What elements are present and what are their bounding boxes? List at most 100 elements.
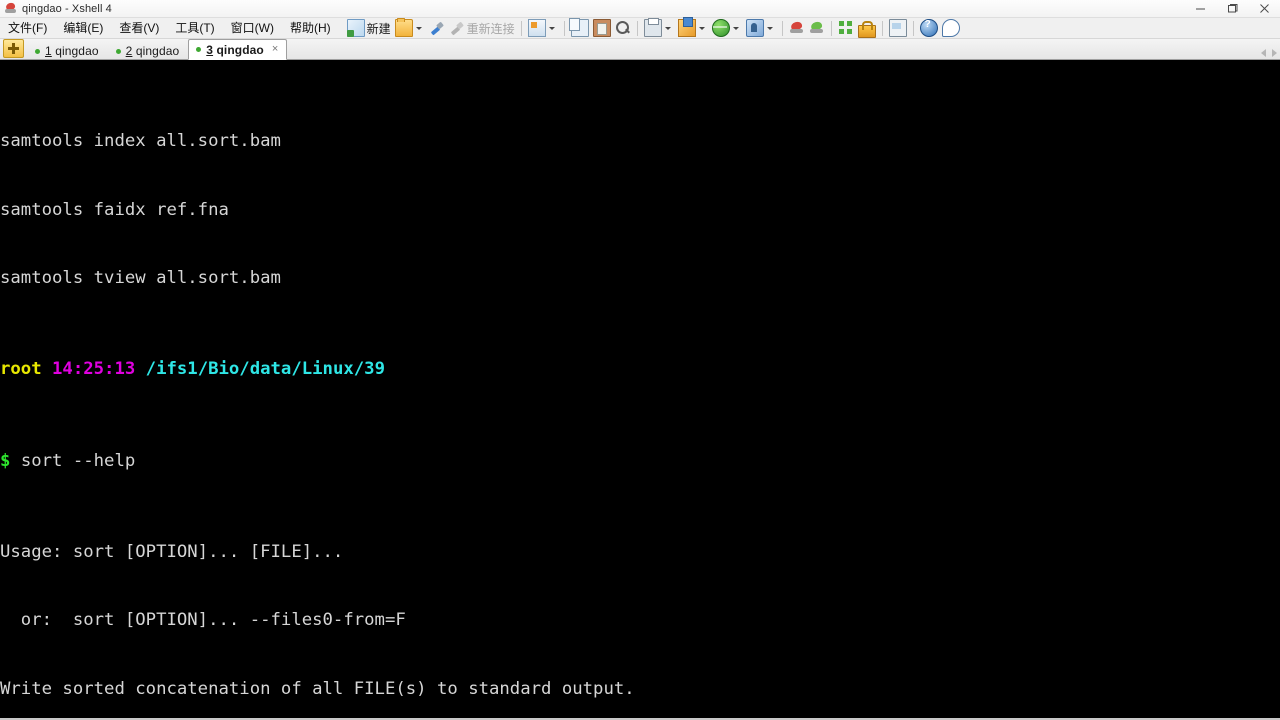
terminal-line: samtools index all.sort.bam: [0, 131, 281, 152]
file-transfer-icon: [677, 17, 696, 37]
toolbar-history[interactable]: [887, 19, 909, 38]
prompt-symbol: $: [0, 450, 11, 471]
tab-qingdao-3[interactable]: 3 qingdao ×: [188, 39, 288, 60]
globe-icon: [711, 19, 730, 37]
menu-toolbar-row: 文件(F) 编辑(E) 查看(V) 工具(T) 窗口(W) 帮助(H) 新建 重…: [0, 17, 1280, 39]
toolbar-properties[interactable]: [526, 19, 560, 38]
chevron-down-icon[interactable]: [766, 26, 773, 30]
new-session-icon: [346, 19, 365, 37]
terminal-line: Usage: sort [OPTION]... [FILE]...: [0, 541, 344, 562]
terminal-prompt-line: root 14:25:13 /ifs1/Bio/data/Linux/39: [0, 358, 1280, 381]
menu-edit[interactable]: 编辑(E): [55, 18, 111, 38]
history-icon: [888, 19, 907, 37]
toolbar-separator: [520, 20, 522, 36]
tunnel-icon: [745, 19, 764, 37]
maximize-icon: [1227, 4, 1237, 13]
toolbar-separator: [881, 20, 883, 36]
help-icon: [919, 19, 938, 37]
close-icon: [1259, 4, 1269, 13]
tab-qingdao-2[interactable]: 2 qingdao: [108, 41, 189, 60]
xftp-icon: [809, 20, 825, 36]
menu-view[interactable]: 查看(V): [111, 18, 167, 38]
toolbar-copy[interactable]: [568, 18, 591, 38]
chevron-down-icon[interactable]: [664, 26, 671, 30]
toolbar-find[interactable]: [613, 19, 633, 38]
prompt-path: /ifs1/Bio/data/Linux/39: [145, 359, 385, 380]
chevron-down-icon[interactable]: [698, 26, 705, 30]
toolbar-print[interactable]: [642, 18, 676, 38]
tab-label: 1 qingdao: [45, 44, 99, 58]
chevron-down-icon[interactable]: [732, 26, 739, 30]
window-controls: [1184, 0, 1280, 17]
toolbar-connect[interactable]: [427, 19, 447, 38]
find-icon: [615, 20, 631, 36]
terminal-screen[interactable]: samtools index all.sort.bam samtools fai…: [0, 60, 1280, 720]
window-title: qingdao - Xshell 4: [22, 2, 112, 15]
toolbar-open-folder[interactable]: [393, 18, 427, 38]
xshell-window: qingdao - Xshell 4 文件(F) 编辑(E) 查看(V) 工具(…: [0, 0, 1280, 720]
toolbar-arrange[interactable]: [836, 19, 856, 38]
toolbar-file-transfer[interactable]: [676, 17, 710, 38]
chevron-down-icon[interactable]: [415, 26, 422, 30]
terminal-line: samtools tview all.sort.bam: [0, 268, 281, 289]
copy-icon: [568, 18, 589, 37]
open-folder-icon: [394, 18, 413, 37]
terminal-command: sort --help: [20, 450, 136, 471]
toolbar-separator: [636, 20, 638, 36]
toolbar-xftp[interactable]: [807, 19, 827, 38]
paste-icon: [592, 19, 611, 37]
toolbar-tunnel[interactable]: [744, 19, 778, 38]
toolbar-lock[interactable]: [856, 19, 878, 38]
arrange-icon: [838, 20, 854, 36]
chat-icon: [941, 19, 960, 37]
connect-icon: [429, 20, 445, 36]
toolbar-separator: [563, 20, 565, 36]
toolbar-reconnect[interactable]: 重新连接: [447, 19, 517, 38]
toolbar-reconnect-label: 重新连接: [466, 21, 515, 36]
toolbar-new-label: 新建: [366, 21, 391, 36]
tab-label: 3 qingdao: [206, 42, 264, 57]
tab-label: 2 qingdao: [125, 44, 180, 58]
toolbar-paste[interactable]: [591, 19, 613, 38]
minimize-icon: [1195, 8, 1205, 10]
menu-window[interactable]: 窗口(W): [223, 18, 282, 38]
print-icon: [643, 18, 662, 37]
reconnect-icon: [449, 20, 465, 36]
tab-scroll-left-icon[interactable]: [1261, 49, 1266, 57]
lock-icon: [857, 20, 876, 38]
toolbar-separator: [781, 20, 783, 36]
connection-status-icon: [35, 48, 40, 54]
terminal-line: or: sort [OPTION]... --files0-from=F: [0, 610, 406, 631]
xshell-icon: [4, 1, 18, 15]
new-tab-icon[interactable]: [3, 39, 24, 58]
chevron-down-icon[interactable]: [548, 26, 555, 30]
maximize-button[interactable]: [1216, 0, 1248, 17]
toolbar-separator: [912, 20, 914, 36]
menu-help[interactable]: 帮助(H): [282, 18, 339, 38]
toolbar-separator: [830, 20, 832, 36]
toolbar-globe[interactable]: [710, 19, 744, 38]
tab-scroll-right-icon[interactable]: [1272, 49, 1277, 57]
close-button[interactable]: [1248, 0, 1280, 17]
xshell-icon: [789, 20, 805, 36]
tab-bar: 1 qingdao 2 qingdao 3 qingdao ×: [0, 39, 1280, 60]
terminal-line: Write sorted concatenation of all FILE(s…: [0, 678, 635, 699]
tab-close-icon[interactable]: ×: [272, 44, 278, 55]
toolbar-new-session[interactable]: 新建: [345, 19, 393, 38]
tab-scroll-controls: [1261, 49, 1277, 57]
menu-bar: 文件(F) 编辑(E) 查看(V) 工具(T) 窗口(W) 帮助(H): [0, 18, 339, 38]
terminal-content: samtools index all.sort.bam samtools fai…: [0, 60, 1280, 718]
toolbar-help[interactable]: [918, 19, 940, 38]
connection-status-icon: [115, 48, 121, 54]
tab-qingdao-1[interactable]: 1 qingdao: [27, 41, 108, 60]
minimize-button[interactable]: [1184, 0, 1216, 17]
connection-status-icon: [196, 47, 202, 52]
toolbar-xshell[interactable]: [787, 19, 807, 38]
toolbar: 新建 重新连接: [345, 17, 962, 38]
prompt-time: 14:25:13: [52, 359, 136, 380]
toolbar-chat[interactable]: [940, 19, 962, 38]
menu-file[interactable]: 文件(F): [0, 18, 55, 38]
title-bar: qingdao - Xshell 4: [0, 0, 1280, 18]
terminal-command-line: $ sort --help: [0, 450, 1280, 473]
menu-tools[interactable]: 工具(T): [167, 18, 222, 38]
